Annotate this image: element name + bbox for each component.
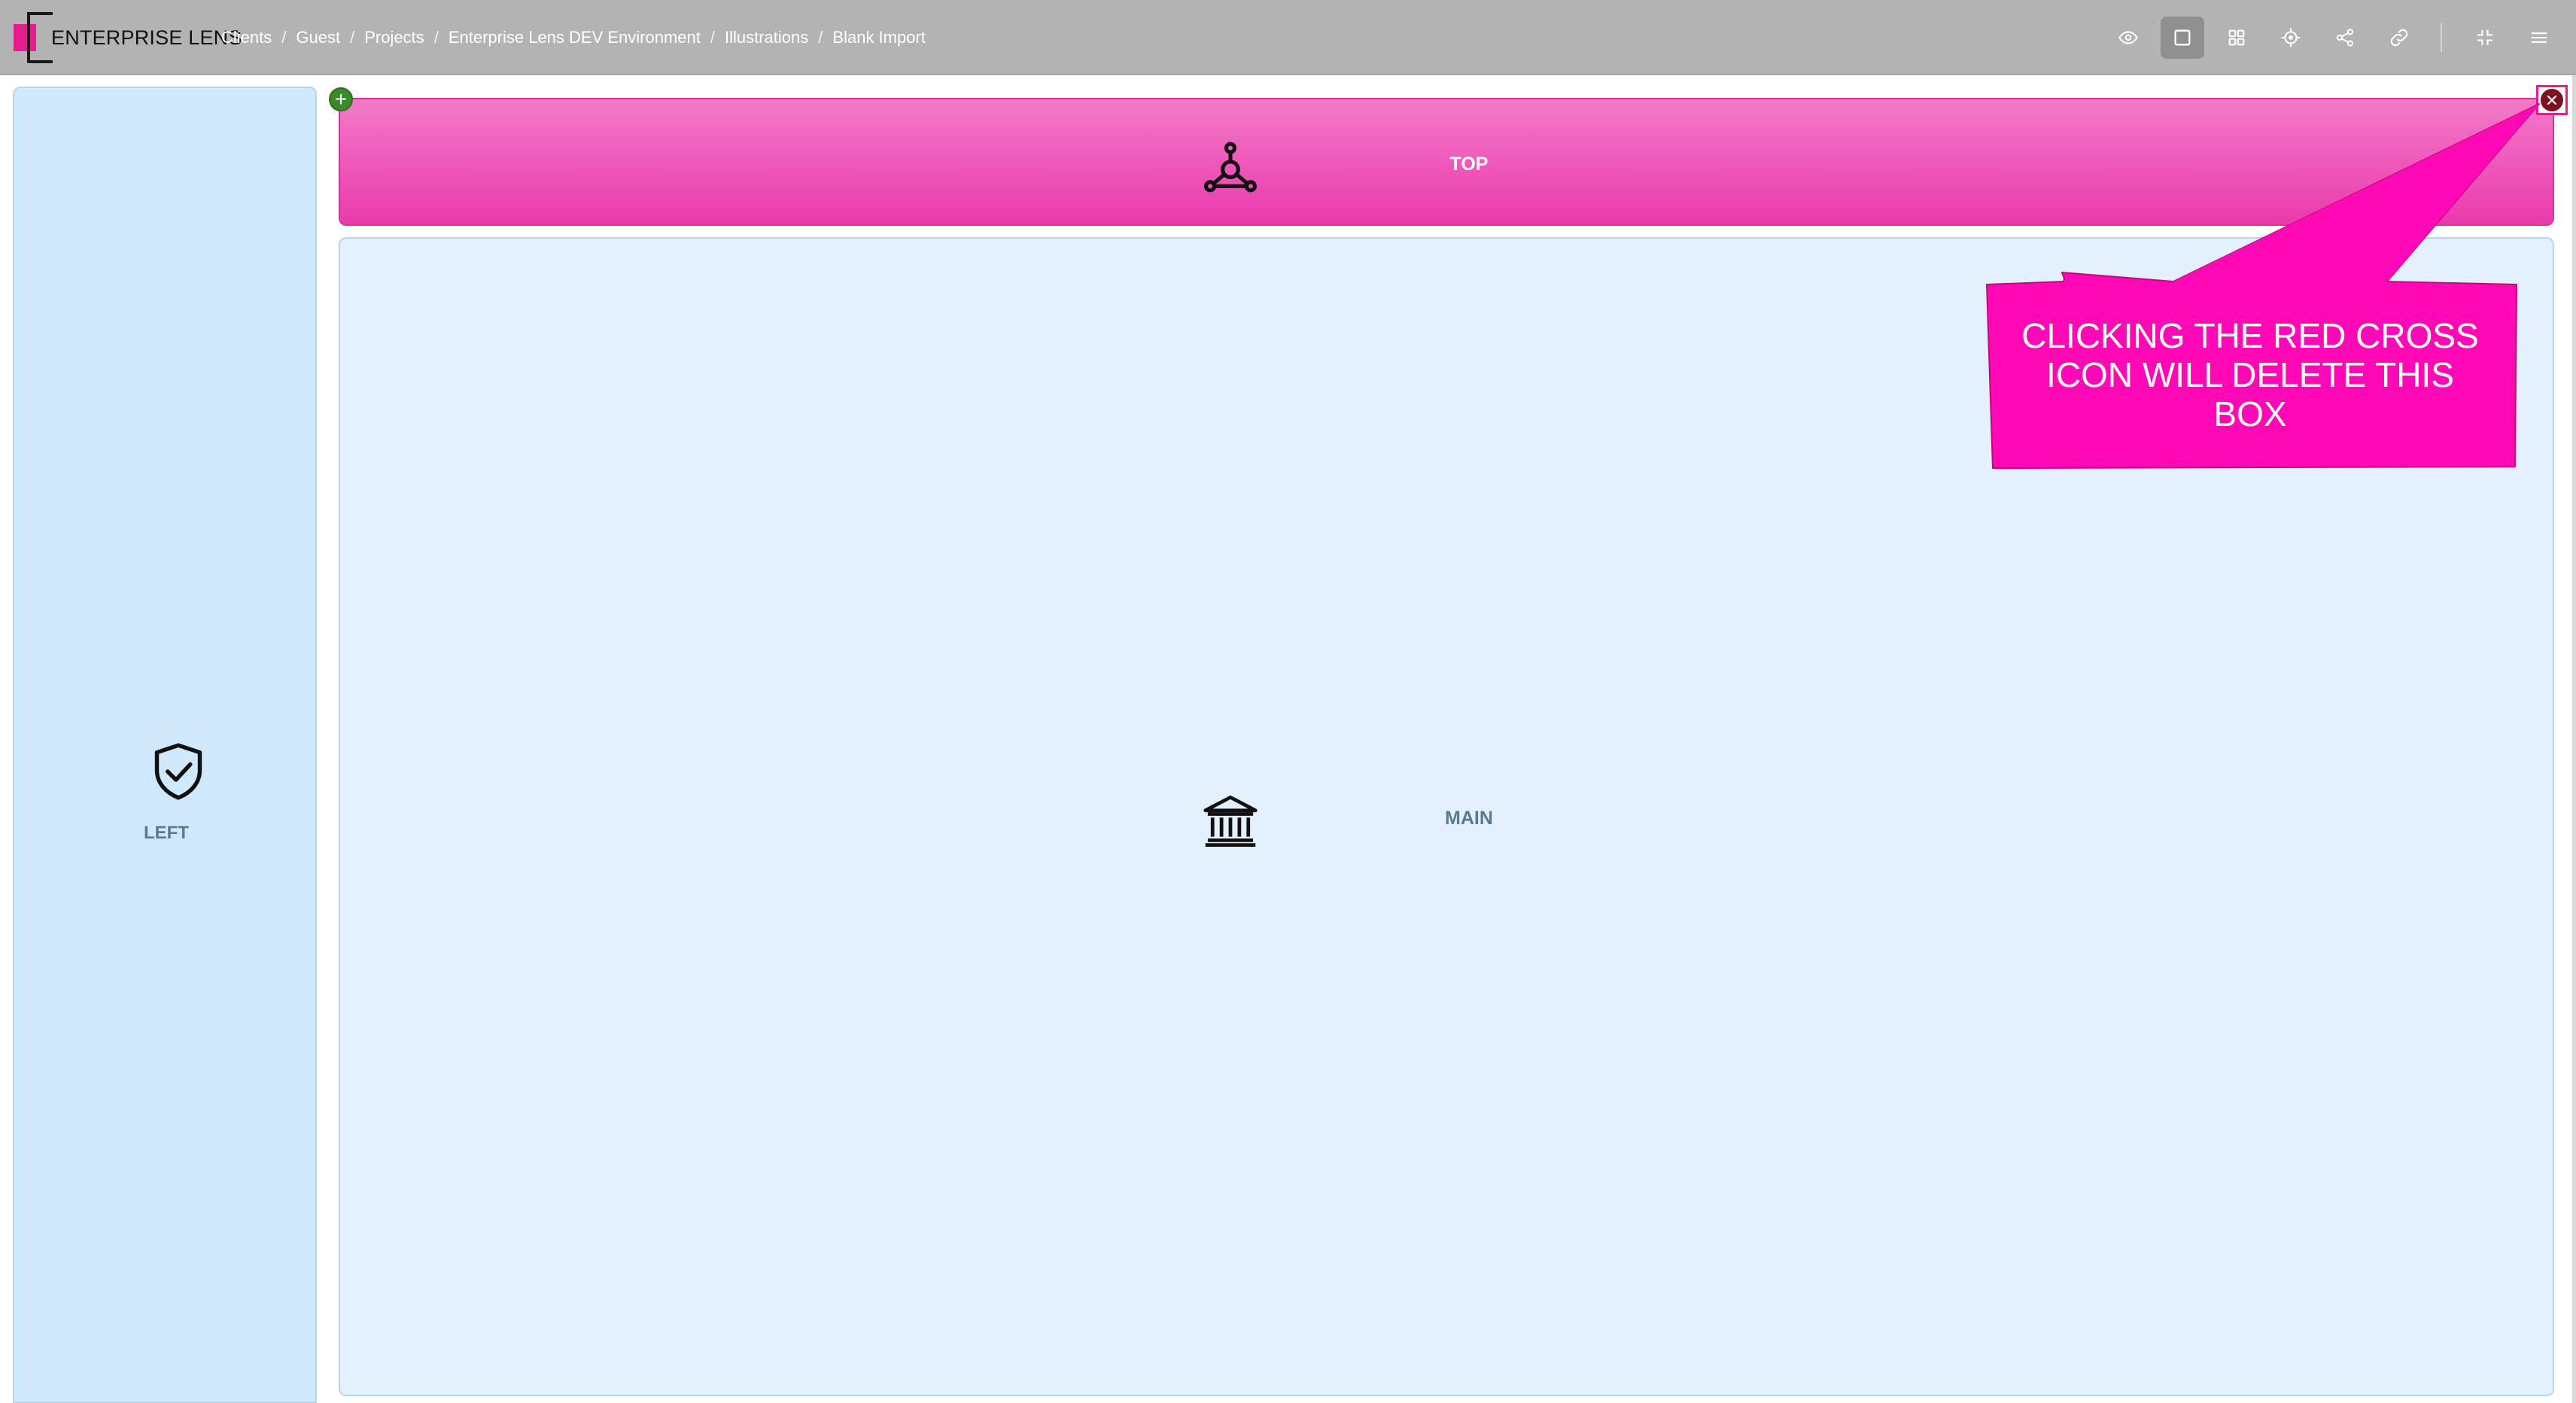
square-icon [2174,29,2191,46]
breadcrumb-illustrations[interactable]: Illustrations [725,28,808,47]
breadcrumb-projects[interactable]: Projects [364,28,424,47]
app-logo[interactable]: ENTERPRISE LENS [11,12,242,63]
network-icon [1204,142,1257,193]
breadcrumb-separator: / [433,28,439,47]
callout-text: CLICKING THE RED CROSS ICON WILL DELETE … [1994,316,2506,434]
breadcrumb: Clients / Guest / Projects / Enterprise … [221,25,926,50]
target-icon [2281,28,2301,47]
copy-link-button[interactable] [2377,17,2421,59]
top-panel-label: TOP [1449,154,1489,175]
callout-line: ICON WILL DELETE THIS [2046,355,2454,394]
left-panel[interactable]: LEFT [13,87,317,1403]
callout-line: BOX [2213,394,2287,434]
focus-button[interactable] [2269,17,2313,59]
bank-icon [1203,795,1258,848]
main-panel-label: MAIN [1445,808,1493,829]
canvas-right-edge [2572,75,2576,1403]
grid-view-button[interactable] [2215,17,2258,59]
left-panel-label: LEFT [144,823,189,843]
hamburger-menu-icon [2531,32,2547,43]
add-box-button[interactable]: + [329,87,353,111]
shield-check-icon [154,743,202,800]
logo-mark-icon [11,12,54,63]
menu-button[interactable] [2517,17,2561,59]
breadcrumb-separator: / [710,28,715,47]
breadcrumb-environment[interactable]: Enterprise Lens DEV Environment [449,28,701,47]
grid-icon [2228,29,2245,46]
top-panel[interactable]: TOP [339,98,2554,226]
breadcrumb-separator: / [281,28,287,47]
single-view-button[interactable] [2161,17,2204,59]
breadcrumb-separator: / [350,28,355,47]
breadcrumb-guest[interactable]: Guest [296,28,340,47]
close-icon [2541,89,2563,111]
share-icon [2336,29,2354,47]
share-button[interactable] [2323,17,2367,59]
delete-box-button[interactable] [2536,85,2568,115]
fullscreen-icon [2477,29,2493,46]
eye-icon [2118,31,2138,44]
breadcrumb-clients[interactable]: Clients [221,28,272,47]
view-button[interactable] [2106,17,2150,59]
breadcrumb-blank-import[interactable]: Blank Import [832,28,926,47]
link-icon [2390,29,2408,47]
toolbar [2096,17,2561,59]
toolbar-divider [2441,23,2442,52]
top-bar: ENTERPRISE LENS Clients / Guest / Projec… [0,0,2576,75]
callout-line: CLICKING THE RED CROSS [2021,316,2479,355]
breadcrumb-separator: / [818,28,823,47]
logo-text: ENTERPRISE LENS [51,26,242,49]
fullscreen-button[interactable] [2463,17,2507,59]
